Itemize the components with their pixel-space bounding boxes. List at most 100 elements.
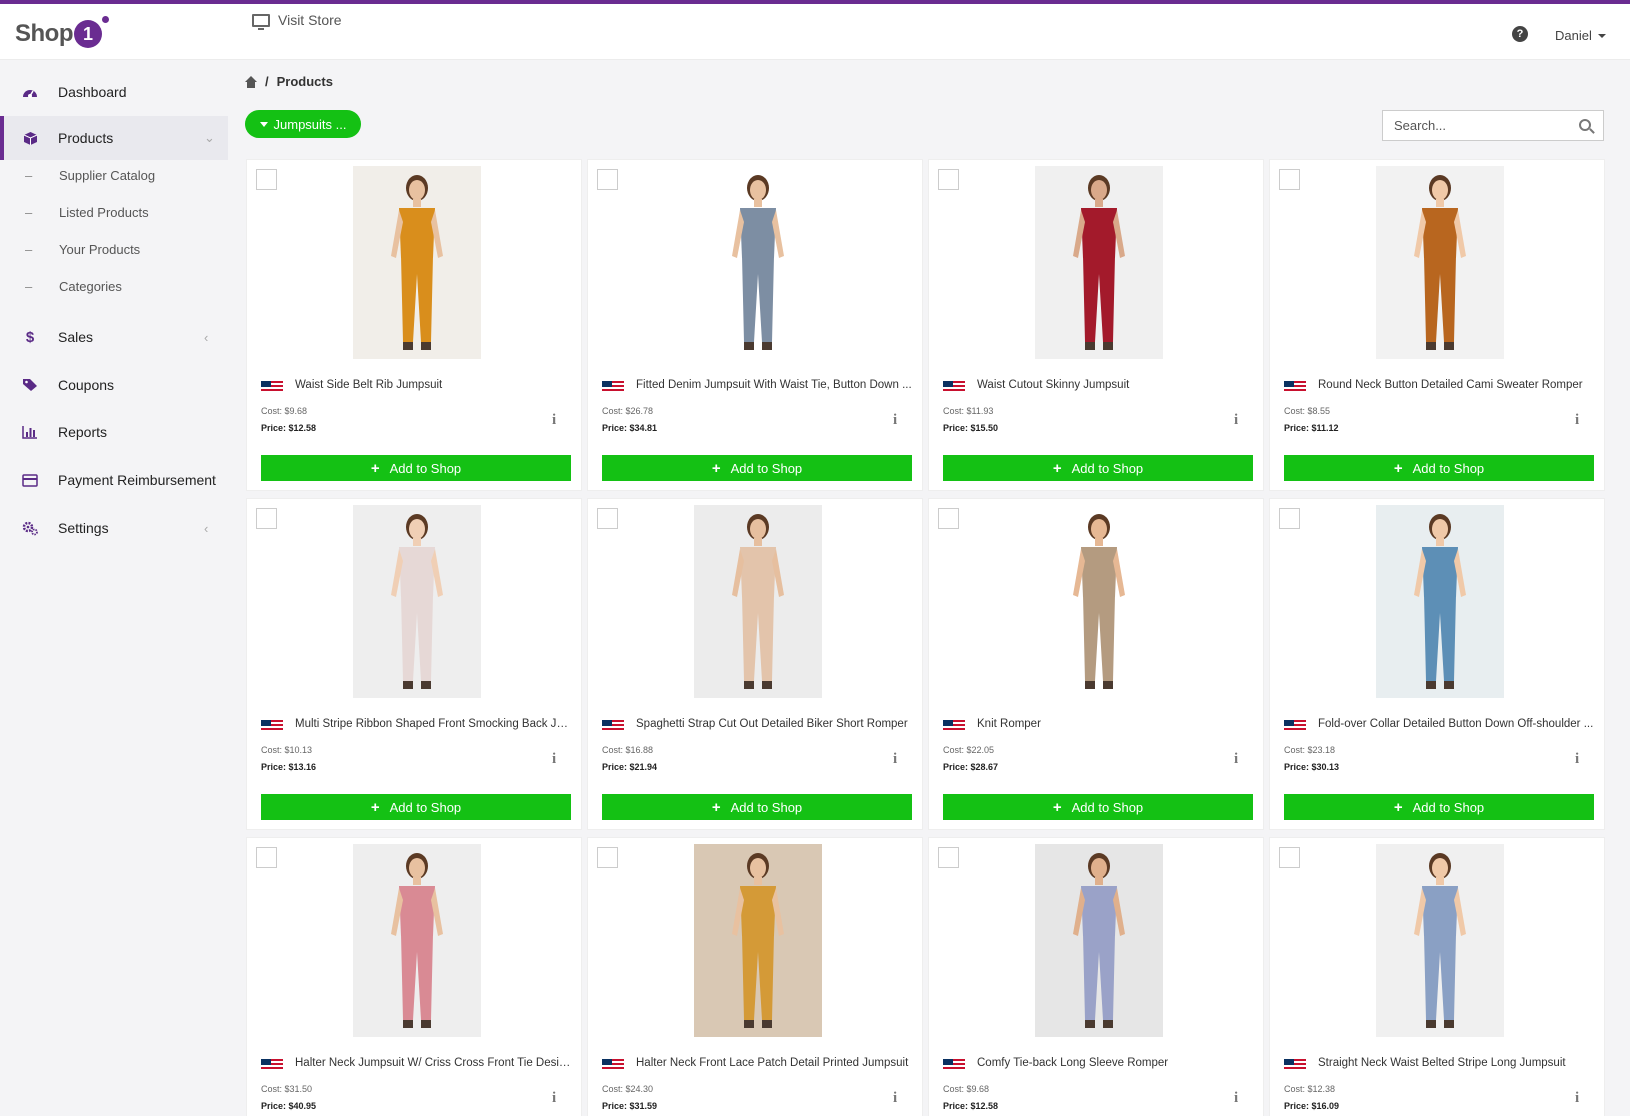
- product-image[interactable]: [1035, 844, 1163, 1037]
- product-image[interactable]: [353, 844, 481, 1037]
- info-icon[interactable]: i: [552, 412, 556, 429]
- info-icon[interactable]: i: [893, 412, 897, 429]
- model-figure: [1035, 505, 1163, 698]
- dash-icon: –: [25, 278, 33, 294]
- select-checkbox[interactable]: [938, 508, 959, 529]
- select-checkbox[interactable]: [597, 169, 618, 190]
- product-name[interactable]: Waist Cutout Skinny Jumpsuit: [977, 379, 1253, 391]
- product-image[interactable]: [1035, 505, 1163, 698]
- sidebar-subitem-your-products[interactable]: – Your Products: [0, 234, 228, 264]
- info-icon[interactable]: i: [1575, 412, 1579, 429]
- product-price: Price: $28.67: [943, 762, 999, 772]
- product-image[interactable]: [694, 166, 822, 359]
- logo-mark: 1: [74, 16, 109, 48]
- dash-icon: –: [25, 241, 33, 257]
- product-cost: Cost: $9.68: [261, 406, 308, 416]
- info-icon[interactable]: i: [1575, 751, 1579, 768]
- select-checkbox[interactable]: [938, 169, 959, 190]
- product-image[interactable]: [694, 844, 822, 1037]
- product-name[interactable]: Straight Neck Waist Belted Stripe Long J…: [1318, 1057, 1594, 1069]
- product-name[interactable]: Halter Neck Front Lace Patch Detail Prin…: [636, 1057, 912, 1069]
- add-to-shop-button[interactable]: + Add to Shop: [943, 794, 1253, 820]
- sidebar-subitem-categories[interactable]: – Categories: [0, 271, 228, 301]
- add-to-shop-label: Add to Shop: [1071, 460, 1144, 476]
- sidebar-item-coupons[interactable]: Coupons: [0, 363, 228, 407]
- info-icon[interactable]: i: [1234, 751, 1238, 768]
- user-menu[interactable]: Daniel: [1555, 28, 1606, 43]
- select-checkbox[interactable]: [597, 847, 618, 868]
- product-image[interactable]: [1035, 166, 1163, 359]
- search-icon[interactable]: [1579, 119, 1591, 131]
- product-price: Price: $21.94: [602, 762, 658, 772]
- logo-dot: [102, 16, 109, 23]
- plus-icon: +: [1393, 798, 1403, 816]
- product-name[interactable]: Fitted Denim Jumpsuit With Waist Tie, Bu…: [636, 379, 912, 391]
- sidebar-item-dashboard[interactable]: Dashboard: [0, 70, 228, 114]
- add-to-shop-button[interactable]: + Add to Shop: [1284, 794, 1594, 820]
- visit-store-link[interactable]: Visit Store: [252, 12, 342, 30]
- chevron-left-icon: ‹: [204, 329, 209, 345]
- sidebar-item-settings[interactable]: Settings ‹: [0, 506, 228, 550]
- shop1-logo[interactable]: Shop 1: [15, 14, 109, 54]
- product-name[interactable]: Round Neck Button Detailed Cami Sweater …: [1318, 379, 1594, 391]
- select-checkbox[interactable]: [256, 847, 277, 868]
- info-icon[interactable]: i: [552, 1090, 556, 1107]
- sidebar-item-label: Sales: [58, 329, 94, 345]
- sidebar-item-label: Payment Reimbursement: [58, 472, 216, 488]
- model-figure: [694, 505, 822, 698]
- breadcrumb-separator: /: [265, 74, 269, 89]
- select-checkbox[interactable]: [1279, 847, 1300, 868]
- product-image[interactable]: [694, 505, 822, 698]
- add-to-shop-button[interactable]: + Add to Shop: [261, 455, 571, 481]
- add-to-shop-button[interactable]: + Add to Shop: [1284, 455, 1594, 481]
- add-to-shop-button[interactable]: + Add to Shop: [261, 794, 571, 820]
- product-name[interactable]: Waist Side Belt Rib Jumpsuit: [295, 379, 571, 391]
- product-image[interactable]: [1376, 166, 1504, 359]
- product-name[interactable]: Spaghetti Strap Cut Out Detailed Biker S…: [636, 718, 912, 730]
- model-figure: [353, 505, 481, 698]
- select-checkbox[interactable]: [256, 169, 277, 190]
- product-name[interactable]: Knit Romper: [977, 718, 1253, 730]
- info-icon[interactable]: i: [1575, 1090, 1579, 1107]
- product-cost: Cost: $10.13: [261, 745, 313, 755]
- product-image[interactable]: [1376, 844, 1504, 1037]
- plus-icon: +: [1393, 459, 1403, 477]
- sidebar-item-sales[interactable]: $ Sales ‹: [0, 315, 228, 359]
- sidebar-subitem-listed-products[interactable]: – Listed Products: [0, 197, 228, 227]
- info-icon[interactable]: i: [1234, 1090, 1238, 1107]
- add-to-shop-button[interactable]: + Add to Shop: [602, 794, 912, 820]
- product-name[interactable]: Multi Stripe Ribbon Shaped Front Smockin…: [295, 718, 571, 730]
- add-to-shop-button[interactable]: + Add to Shop: [943, 455, 1253, 481]
- select-checkbox[interactable]: [1279, 169, 1300, 190]
- sidebar-item-payment-reimbursement[interactable]: Payment Reimbursement: [0, 458, 228, 502]
- select-checkbox[interactable]: [597, 508, 618, 529]
- info-icon[interactable]: i: [893, 1090, 897, 1107]
- product-image[interactable]: [353, 505, 481, 698]
- sidebar-item-reports[interactable]: Reports: [0, 410, 228, 454]
- model-figure: [1035, 844, 1163, 1037]
- sidebar-subitem-label: Categories: [59, 278, 122, 294]
- product-image[interactable]: [353, 166, 481, 359]
- product-name[interactable]: Halter Neck Jumpsuit W/ Criss Cross Fron…: [295, 1057, 571, 1069]
- help-icon[interactable]: ?: [1512, 26, 1528, 42]
- product-image[interactable]: [1376, 505, 1504, 698]
- home-icon[interactable]: [245, 75, 257, 88]
- select-checkbox[interactable]: [256, 508, 277, 529]
- info-icon[interactable]: i: [893, 751, 897, 768]
- product-price: Price: $12.58: [261, 423, 317, 433]
- info-icon[interactable]: i: [552, 751, 556, 768]
- select-checkbox[interactable]: [1279, 508, 1300, 529]
- add-to-shop-button[interactable]: + Add to Shop: [602, 455, 912, 481]
- plus-icon: +: [370, 798, 380, 816]
- product-name[interactable]: Fold-over Collar Detailed Button Down Of…: [1318, 718, 1594, 730]
- search-input[interactable]: [1383, 118, 1569, 133]
- product-name[interactable]: Comfy Tie-back Long Sleeve Romper: [977, 1057, 1253, 1069]
- category-filter-button[interactable]: Jumpsuits ...: [245, 110, 361, 138]
- sidebar-subitem-supplier-catalog[interactable]: – Supplier Catalog: [0, 160, 228, 190]
- sidebar-item-products[interactable]: Products ⌄: [0, 116, 228, 160]
- info-icon[interactable]: i: [1234, 412, 1238, 429]
- product-card: Knit Romper Cost: $22.05 Price: $28.67 i + Ad…: [928, 498, 1264, 830]
- dash-icon: –: [25, 167, 33, 183]
- product-price: Price: $31.59: [602, 1101, 658, 1111]
- select-checkbox[interactable]: [938, 847, 959, 868]
